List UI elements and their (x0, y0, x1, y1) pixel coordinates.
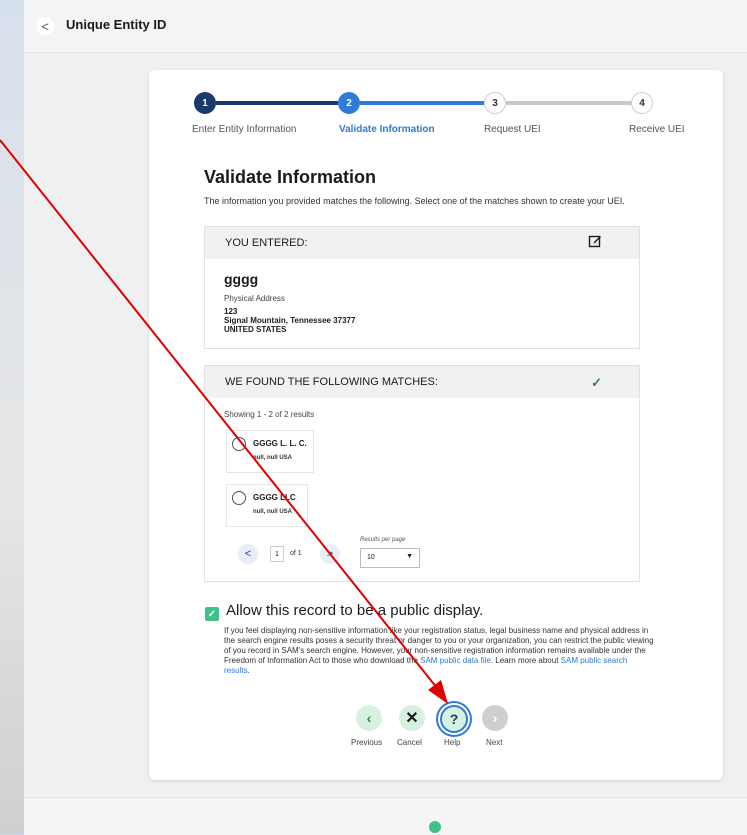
public-text-part: . Learn more about (490, 656, 561, 665)
back-button[interactable]: < (36, 17, 54, 35)
match-location: null, null USA (253, 509, 292, 515)
step-connector (506, 101, 631, 105)
edit-icon[interactable] (588, 234, 602, 248)
page-title: Validate Information (204, 167, 377, 187)
matches-panel-header: WE FOUND THE FOLLOWING MATCHES: ✓ (205, 366, 639, 398)
address-label: Physical Address (224, 294, 285, 303)
match-location: null, null USA (253, 455, 292, 461)
entered-entity-name: gggg (224, 271, 259, 287)
entered-panel-header: YOU ENTERED: (205, 227, 639, 259)
progress-stepper: 1 2 3 4 Enter Entity Information Validat… (149, 92, 723, 142)
question-icon[interactable]: ? (440, 705, 468, 733)
page-total: of 1 (290, 550, 302, 557)
prev-page-button[interactable]: < (238, 544, 258, 564)
checkmark-icon: ✓ (591, 375, 602, 390)
chevron-left-icon[interactable]: ‹ (356, 705, 382, 731)
step-4-indicator: 4 (631, 92, 653, 114)
next-page-button[interactable]: > (320, 544, 340, 564)
address-block: 123 Signal Mountain, Tennessee 37377 UNI… (224, 307, 355, 334)
caret-down-icon: ▼ (406, 553, 413, 560)
entered-header-label: YOU ENTERED: (225, 237, 308, 249)
step-connector (216, 101, 338, 105)
chevron-right-icon[interactable]: › (482, 705, 508, 731)
status-dot-icon (429, 821, 441, 833)
results-per-page-value: 10 (367, 554, 375, 561)
page-header-title: Unique Entity ID (66, 17, 167, 32)
top-bar: < Unique Entity ID (24, 0, 747, 53)
previous-label: Previous (351, 738, 383, 747)
page-number-input[interactable]: 1 (270, 546, 284, 562)
close-icon[interactable]: ✕ (399, 705, 425, 731)
bottom-strip (24, 797, 747, 835)
page-description: The information you provided matches the… (204, 196, 625, 206)
address-line: Signal Mountain, Tennessee 37377 (224, 316, 356, 325)
match-card[interactable]: GGGG L. L. C. null, null USA (226, 430, 314, 473)
results-per-page-label: Results per page (360, 537, 406, 543)
step-2-indicator: 2 (338, 92, 360, 114)
step-2-label: Validate Information (339, 124, 435, 135)
step-1-label: Enter Entity Information (192, 124, 297, 135)
match-radio[interactable] (232, 437, 246, 451)
next-label: Next (486, 738, 503, 747)
step-3-indicator: 3 (484, 92, 506, 114)
app-frame: < Unique Entity ID 1 2 3 4 Enter Entity … (24, 0, 747, 835)
public-display-checkbox[interactable]: ✓ (205, 607, 219, 621)
match-card[interactable]: GGGG LLC null, null USA (226, 484, 308, 527)
results-per-page-select[interactable]: 10 ▼ (360, 548, 420, 568)
step-3-label: Request UEI (484, 124, 541, 135)
entered-info-panel: YOU ENTERED: gggg Physical Address 123 S… (204, 226, 640, 349)
help-label: Help (444, 738, 461, 747)
chevron-left-icon: < (244, 548, 252, 560)
address-line: 123 (224, 307, 238, 316)
step-connector (360, 101, 484, 105)
public-display-title: Allow this record to be a public display… (226, 602, 484, 619)
chevron-left-icon: < (41, 18, 49, 34)
step-1-indicator: 1 (194, 92, 216, 114)
cancel-label: Cancel (397, 738, 422, 747)
background-strip (0, 0, 24, 834)
chevron-right-icon: > (326, 548, 334, 560)
results-count: Showing 1 - 2 of 2 results (224, 410, 315, 419)
match-radio[interactable] (232, 491, 246, 505)
match-name: GGGG L. L. C. (253, 439, 307, 448)
matches-header-label: WE FOUND THE FOLLOWING MATCHES: (225, 376, 438, 388)
public-display-text: If you feel displaying non-sensitive inf… (224, 626, 654, 676)
public-text-part: . (247, 666, 250, 675)
matches-panel: WE FOUND THE FOLLOWING MATCHES: ✓ Showin… (204, 365, 640, 582)
address-line: UNITED STATES (224, 325, 287, 334)
sam-public-data-link[interactable]: SAM public data file (420, 656, 491, 665)
main-card: 1 2 3 4 Enter Entity Information Validat… (149, 70, 723, 780)
step-4-label: Receive UEI (629, 124, 685, 135)
match-name: GGGG LLC (253, 493, 296, 502)
